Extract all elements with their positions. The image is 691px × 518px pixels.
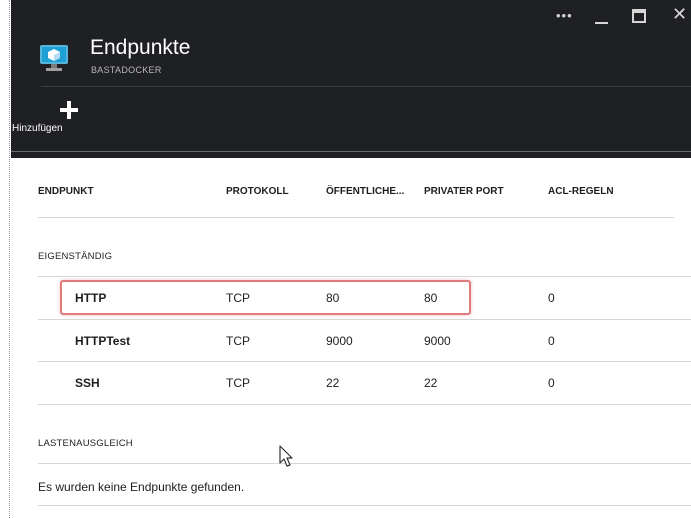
- row-separator: [38, 404, 691, 405]
- column-header-public-port[interactable]: ÖFFENTLICHE...: [326, 186, 404, 197]
- blade-subtitle: BASTADOCKER: [91, 65, 162, 75]
- endpoint-acl-rules: 0: [548, 376, 555, 390]
- endpoint-acl-rules: 0: [548, 334, 555, 348]
- maximize-icon[interactable]: [632, 9, 646, 23]
- endpoint-name: HTTPTest: [75, 334, 131, 348]
- header-separator: [38, 217, 674, 218]
- endpoint-acl-rules: 0: [548, 291, 555, 305]
- table-row[interactable]: HTTPTest TCP 9000 9000 0: [38, 320, 691, 363]
- minimize-icon[interactable]: [595, 22, 608, 24]
- endpoint-protocol: TCP: [226, 376, 250, 390]
- left-dotted-edge: [9, 0, 10, 518]
- group-label-standalone: EIGENSTÄNDIG: [38, 251, 113, 262]
- column-header-endpoint[interactable]: ENDPUNKT: [38, 186, 94, 197]
- plus-icon: [60, 101, 78, 119]
- column-header-private-port[interactable]: PRIVATER PORT: [424, 186, 504, 197]
- group-label-load-balanced: LASTENAUSGLEICH: [38, 438, 133, 449]
- endpoint-protocol: TCP: [226, 334, 250, 348]
- group-separator: [38, 463, 691, 464]
- mouse-cursor-icon: [279, 445, 293, 467]
- add-endpoint-label: Hinzufügen: [12, 123, 63, 134]
- close-icon[interactable]: ✕: [672, 5, 687, 23]
- endpoint-private-port: 9000: [424, 334, 451, 348]
- column-header-protocol[interactable]: PROTOKOLL: [226, 186, 289, 197]
- more-icon[interactable]: •••: [556, 7, 573, 25]
- virtual-machine-icon: [40, 45, 68, 71]
- blade-title: Endpunkte: [90, 36, 191, 59]
- window-controls: ••• ✕: [11, 0, 691, 32]
- empty-message: Es wurden keine Endpunkte gefunden.: [38, 480, 245, 494]
- row-separator: [38, 505, 691, 506]
- add-endpoint-button[interactable]: Hinzufügen: [11, 98, 103, 140]
- endpoint-public-port: 9000: [326, 334, 353, 348]
- table-row[interactable]: SSH TCP 22 22 0: [38, 362, 691, 405]
- selection-highlight: [60, 280, 471, 315]
- header-bottom-border: [11, 151, 691, 152]
- endpoint-name: SSH: [75, 376, 100, 390]
- endpoint-private-port: 22: [424, 376, 438, 390]
- column-header-acl-rules[interactable]: ACL-REGELN: [548, 186, 614, 197]
- blade-header: ••• ✕ Endpunkte BASTADOCKER Hinzufügen: [11, 0, 691, 158]
- endpoint-public-port: 22: [326, 376, 340, 390]
- header-divider: [41, 86, 691, 87]
